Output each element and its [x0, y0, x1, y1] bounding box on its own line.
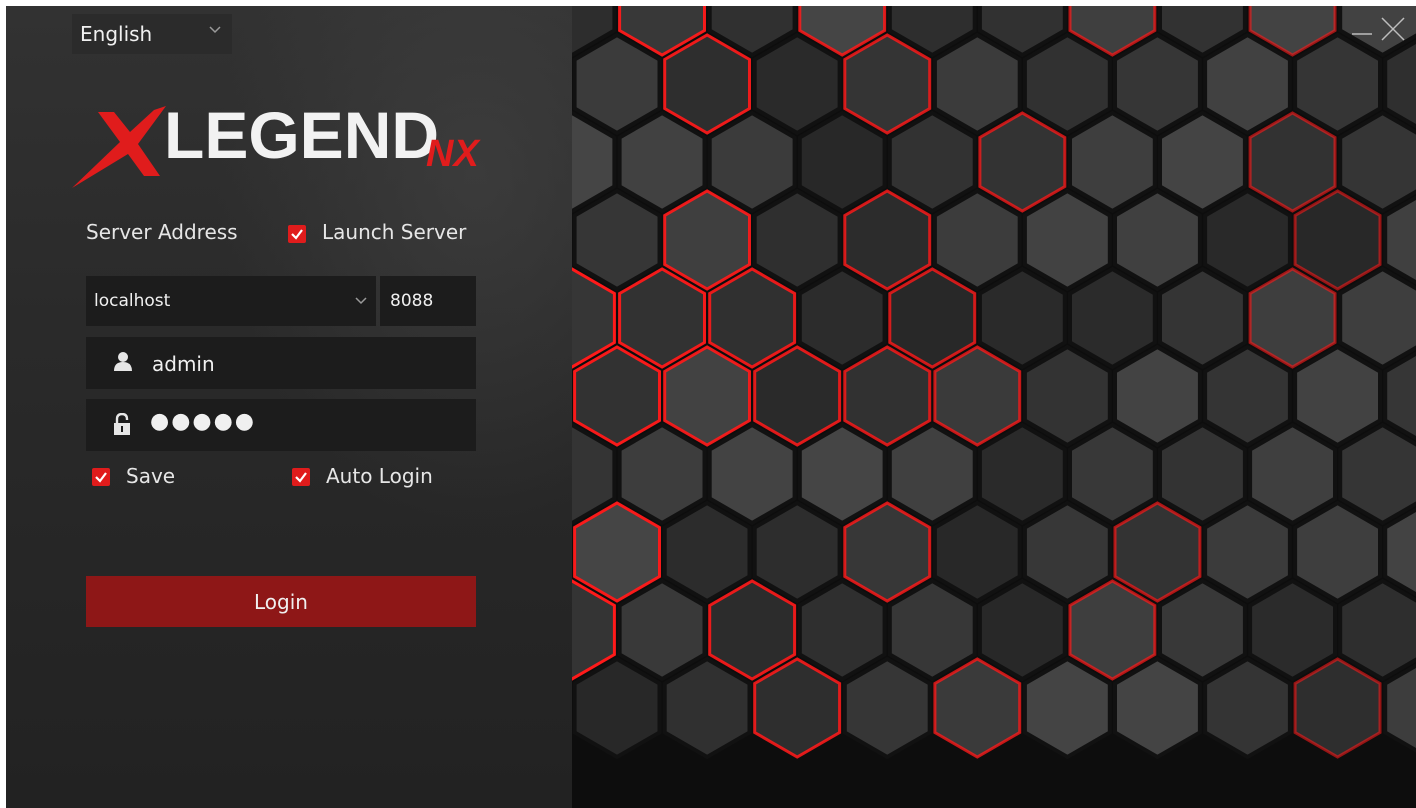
hexagon-pattern [572, 6, 1416, 760]
app-logo: LEGEND NX [72, 98, 481, 188]
background-image [572, 6, 1416, 808]
language-select[interactable]: English [72, 14, 232, 54]
language-select-value: English [80, 22, 153, 46]
launch-server-checkbox[interactable] [288, 225, 306, 243]
username-input[interactable] [150, 351, 454, 377]
logo-text: LEGEND [164, 98, 439, 172]
save-label: Save [126, 464, 176, 488]
checkmark-icon [295, 472, 307, 483]
login-panel: English LEGEND NX Server Address Launch … [6, 6, 572, 808]
chevron-down-icon[interactable] [354, 294, 368, 308]
lock-icon [114, 413, 130, 435]
window-controls [1352, 17, 1405, 41]
checkmark-icon [291, 229, 303, 240]
server-address-label: Server Address [86, 220, 238, 244]
login-window: English LEGEND NX Server Address Launch … [6, 6, 1416, 808]
save-checkbox[interactable] [92, 468, 110, 486]
password-input[interactable]: ●●●●● [150, 409, 450, 434]
username-field[interactable] [86, 337, 476, 389]
port-field[interactable] [380, 276, 476, 326]
password-field[interactable]: ●●●●● [86, 399, 476, 451]
checkmark-icon [95, 472, 107, 483]
user-icon [114, 352, 132, 371]
port-input[interactable] [388, 290, 472, 312]
close-icon [1381, 17, 1405, 41]
server-address-input[interactable] [92, 290, 346, 312]
auto-login-checkbox[interactable] [292, 468, 310, 486]
logo-suffix: NX [426, 133, 481, 175]
launch-server-label: Launch Server [322, 220, 467, 244]
login-button[interactable]: Login [86, 576, 476, 627]
chevron-down-icon [209, 26, 221, 34]
server-address-combobox[interactable] [86, 276, 376, 326]
auto-login-label: Auto Login [326, 464, 433, 488]
